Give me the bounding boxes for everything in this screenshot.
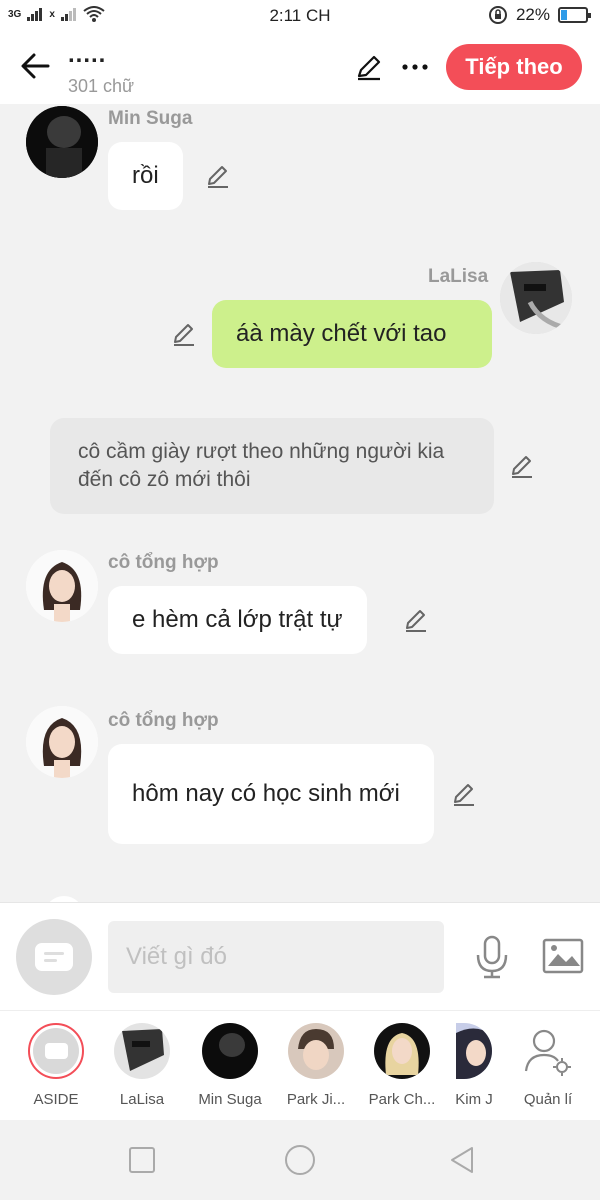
narration-text: cô cầm giày rượt theo những người kia đế… — [78, 440, 445, 491]
speaker-name: cô tổng hợp — [108, 710, 219, 731]
story-title[interactable]: ..... — [68, 43, 106, 67]
status-bar: 3G x 2:11 CH 22% — [0, 0, 600, 32]
battery-percent: 22% — [515, 5, 550, 24]
status-right: 22% — [488, 5, 591, 25]
message-input[interactable]: Viết gì đó — [108, 921, 444, 993]
message-bubble[interactable]: rồi — [108, 142, 183, 210]
speaker-name: LaLisa — [428, 266, 489, 287]
edit-message-icon[interactable] — [508, 452, 536, 480]
message-text: rồi — [132, 162, 159, 189]
system-nav-bar — [0, 1120, 600, 1200]
avatar-min-suga[interactable] — [26, 106, 98, 178]
message-bubble[interactable]: hôm nay có học sinh mới — [108, 744, 434, 844]
character-min-suga[interactable]: Min Suga — [188, 1023, 272, 1108]
more-options-icon[interactable] — [400, 52, 430, 82]
back-triangle-icon[interactable] — [446, 1144, 478, 1176]
avatar — [456, 1023, 492, 1079]
battery-icon — [558, 7, 591, 23]
home-circle-icon[interactable] — [284, 1144, 316, 1176]
avatar-lalisa[interactable] — [500, 262, 572, 334]
story-header: ..... 301 chữ Tiếp theo — [0, 32, 600, 104]
edit-message-icon[interactable] — [170, 320, 198, 348]
manage-characters-button[interactable]: Quản lí — [506, 1023, 590, 1108]
edit-message-icon[interactable] — [204, 162, 232, 190]
message-bubble[interactable]: e hèm cả lớp trật tự — [108, 586, 367, 654]
avatar-co-tong-hop[interactable] — [26, 706, 98, 778]
speaker-name: cô tổng hợp — [108, 552, 219, 573]
avatar — [114, 1023, 170, 1079]
character-label: Min Suga — [198, 1091, 262, 1108]
narration-bubble[interactable]: cô cầm giày rượt theo những người kia đế… — [50, 418, 494, 514]
next-button[interactable]: Tiếp theo — [446, 44, 582, 90]
character-kim-j[interactable]: Kim J — [440, 1023, 508, 1108]
avatar-co-tong-hop[interactable] — [26, 550, 98, 622]
character-bar: ASIDE LaLisa Min Suga Park Ji... Park Ch… — [0, 1010, 600, 1120]
avatar-co-tong-hop-image — [26, 550, 98, 622]
avatar-lalisa-image — [500, 262, 572, 334]
word-count: 301 chữ — [68, 76, 135, 96]
microphone-icon[interactable] — [474, 935, 510, 979]
character-aside[interactable]: ASIDE — [14, 1023, 98, 1108]
rotation-lock-icon — [488, 6, 507, 24]
message-text: e hèm cả lớp trật tự — [132, 606, 343, 633]
character-lalisa[interactable]: LaLisa — [100, 1023, 184, 1108]
character-park-ch[interactable]: Park Ch... — [360, 1023, 444, 1108]
speaker-name: Min Suga — [108, 108, 193, 129]
aside-icon — [28, 1023, 84, 1079]
avatar-co-tong-hop-image — [26, 706, 98, 778]
aside-icon — [35, 943, 73, 971]
edit-message-icon[interactable] — [450, 780, 478, 808]
aside-toggle-button[interactable] — [16, 919, 92, 995]
edit-pencil-icon[interactable] — [354, 52, 384, 82]
message-text: hôm nay có học sinh mới — [132, 780, 400, 807]
manage-users-icon — [524, 1029, 571, 1076]
chat-area[interactable]: Min Suga rồi LaLisa áà mày chết với tao … — [0, 104, 600, 902]
character-label: LaLisa — [119, 1091, 165, 1108]
edit-message-icon[interactable] — [402, 606, 430, 634]
recents-square-icon[interactable] — [126, 1144, 158, 1176]
message-composer: Viết gì đó — [0, 902, 600, 1010]
avatar — [374, 1023, 430, 1079]
character-label: Park Ch... — [368, 1091, 436, 1108]
character-label: Park Ji... — [286, 1091, 346, 1108]
back-arrow-icon[interactable] — [18, 48, 54, 84]
character-label: Kim J — [455, 1091, 493, 1108]
character-label: ASIDE — [33, 1091, 79, 1108]
avatar — [288, 1023, 344, 1079]
character-label: Quản lí — [523, 1091, 573, 1108]
image-icon[interactable] — [542, 938, 584, 974]
avatar — [202, 1023, 258, 1079]
avatar-min-suga-image — [26, 106, 98, 178]
message-bubble[interactable]: áà mày chết với tao — [212, 300, 492, 368]
message-text: áà mày chết với tao — [236, 320, 447, 347]
character-park-ji[interactable]: Park Ji... — [274, 1023, 358, 1108]
